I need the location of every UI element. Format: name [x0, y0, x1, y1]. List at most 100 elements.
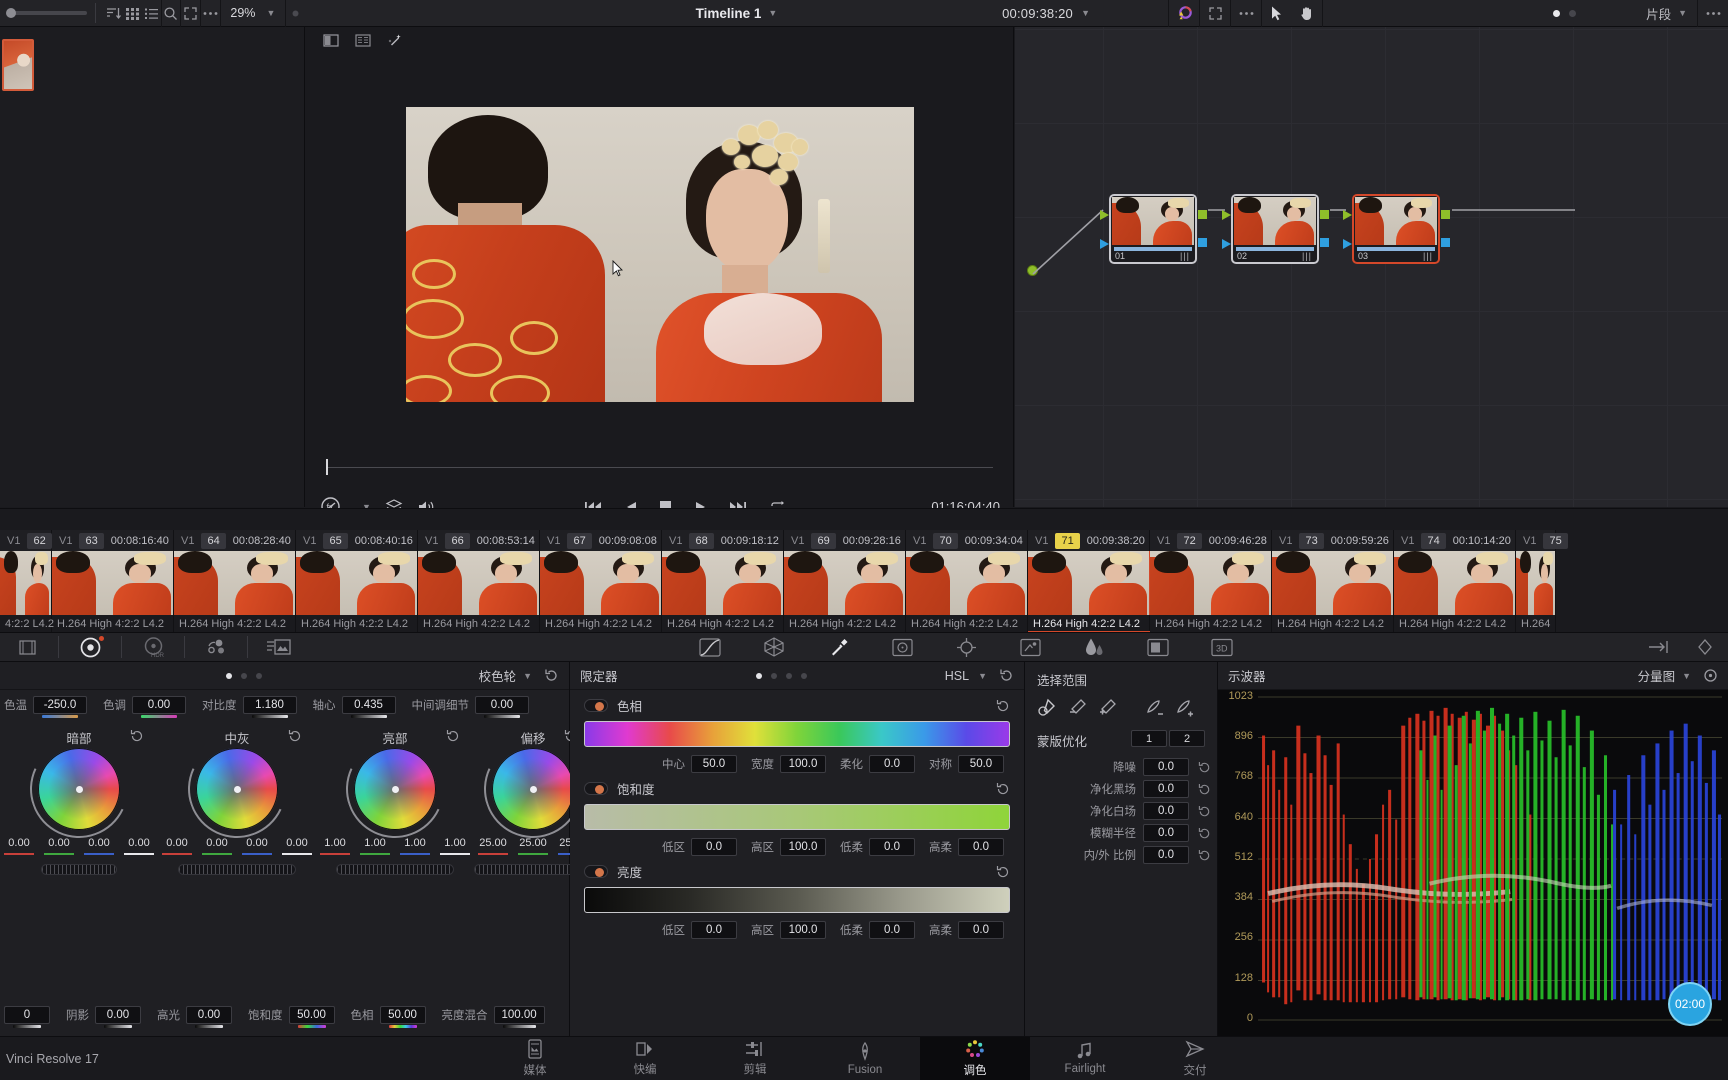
qualifier-page-dots[interactable]: [755, 672, 807, 679]
qualifier-field-value[interactable]: 0.0: [958, 921, 1004, 939]
bottom-param-value[interactable]: 50.00: [288, 1006, 335, 1028]
timecode-chevron-down-icon[interactable]: ▼: [1081, 8, 1090, 18]
wheel-control[interactable]: [470, 726, 596, 852]
mask-refine-row-0[interactable]: 降噪 0.0: [1025, 756, 1217, 778]
qualifier-mode[interactable]: HSL: [945, 669, 971, 683]
mask-row-reset-icon[interactable]: [1198, 761, 1211, 774]
node-01[interactable]: 01 |||: [1109, 194, 1197, 264]
qualifier-icon[interactable]: [815, 632, 861, 662]
split-screen-icon[interactable]: [318, 31, 344, 51]
clip-number[interactable]: 68: [689, 532, 714, 549]
mask-refine-row-4[interactable]: 内/外 比例 0.0: [1025, 844, 1217, 866]
color-wheel-icon[interactable]: [1169, 0, 1199, 27]
wheel-value[interactable]: 25.00: [514, 837, 552, 855]
node-scope-label[interactable]: 片段: [1646, 4, 1671, 23]
qualifier-reset-icon[interactable]: [996, 782, 1010, 796]
node-01-output-key[interactable]: [1198, 238, 1207, 247]
color-param-value[interactable]: 0.435: [341, 696, 396, 718]
wheel-value[interactable]: 1.00: [436, 837, 474, 855]
color-param-3[interactable]: 轴心 0.435: [313, 696, 396, 718]
mask-row-reset-icon[interactable]: [1198, 805, 1211, 818]
timeline-clip-list[interactable]: V1627:344:2:2 L4.2V16300:08:16:40H.264 H…: [0, 530, 1568, 633]
node-03-output-key[interactable]: [1441, 238, 1450, 247]
clip-number[interactable]: 75: [1543, 532, 1568, 549]
color-bottom-param-3[interactable]: 饱和度 50.00: [248, 1006, 335, 1028]
viewer-image-area[interactable]: [306, 55, 1014, 453]
node-03[interactable]: 03 |||: [1352, 194, 1440, 264]
color-param-2[interactable]: 对比度 1.180: [202, 696, 297, 718]
qualifier-field[interactable]: 高柔 0.0: [929, 838, 1004, 856]
qualifier-field-value[interactable]: 50.0: [691, 755, 737, 773]
color-wheels-chevron-down-icon[interactable]: ▼: [523, 671, 532, 681]
clip-number[interactable]: 69: [811, 532, 836, 549]
color-wheels-row[interactable]: 暗部 0.00 0.00 0.00 0.00 中灰 0.00 0.00 0.00 0.00 亮部 1.…: [0, 720, 596, 875]
nav-item-fusion[interactable]: Fusion: [810, 1037, 920, 1080]
color-bottom-param-1[interactable]: 阴影 0.00: [66, 1006, 141, 1028]
scope-mode-chevron-down-icon[interactable]: ▼: [1682, 671, 1691, 681]
mask-row-value[interactable]: 0.0: [1143, 802, 1189, 820]
qualifier-field-value[interactable]: 100.0: [780, 755, 826, 773]
qualifier-field[interactable]: 柔化 0.0: [840, 755, 915, 773]
wheel-value[interactable]: 0.00: [0, 837, 38, 855]
source-node-dot[interactable]: [1027, 265, 1038, 276]
eyedropper-soft-plus-icon[interactable]: [1175, 698, 1194, 717]
node-editor-pane[interactable]: [1015, 27, 1728, 507]
qualifier-field[interactable]: 宽度 100.0: [751, 755, 826, 773]
lut-icon[interactable]: [256, 632, 302, 662]
qualifier-reset-icon[interactable]: [996, 865, 1010, 879]
qualifier-toggle[interactable]: [584, 699, 608, 712]
color-wheel-1[interactable]: 中灰 0.00 0.00 0.00 0.00: [158, 726, 316, 875]
wheel-value[interactable]: 25.00: [474, 837, 512, 855]
qualifier-reset-icon[interactable]: [996, 699, 1010, 713]
node-02-output-key[interactable]: [1320, 238, 1329, 247]
qualifier-field[interactable]: 低柔 0.0: [840, 921, 915, 939]
color-param-value[interactable]: 0.00: [475, 696, 529, 718]
bottom-param-value[interactable]: 50.00: [379, 1006, 426, 1028]
color-wheels-param-row[interactable]: 色温 -250.0 色调 0.00 对比度 1.180 轴心 0.435 中间调细节 0.00: [0, 690, 569, 720]
node-03-input-rgb[interactable]: [1343, 210, 1352, 220]
playhead[interactable]: [326, 459, 328, 475]
qualifier-toggle[interactable]: [584, 865, 608, 878]
qualifier-field-value[interactable]: 0.0: [691, 921, 737, 939]
wheel-value[interactable]: 1.00: [316, 837, 354, 855]
fullscreen-icon[interactable]: [181, 0, 200, 27]
wheel-value[interactable]: 0.00: [80, 837, 118, 855]
nav-item-color[interactable]: 调色: [920, 1036, 1030, 1080]
color-bottom-param-5[interactable]: 亮度混合 100.00: [442, 1006, 545, 1028]
mask-button-2[interactable]: 2: [1169, 730, 1205, 747]
hand-tool-icon[interactable]: [1292, 0, 1322, 27]
image-wipe-icon[interactable]: [350, 31, 376, 51]
nav-item-deliver[interactable]: 交付: [1140, 1037, 1250, 1080]
qualifier-field[interactable]: 低柔 0.0: [840, 838, 915, 856]
qualifier-field-value[interactable]: 100.0: [780, 838, 826, 856]
color-param-4[interactable]: 中间调细节 0.00: [412, 696, 529, 718]
clip-number[interactable]: 70: [933, 532, 958, 549]
color-bottom-param-2[interactable]: 高光 0.00: [157, 1006, 232, 1028]
timeline-clip[interactable]: V1 71 00:09:38:20 H.264 High 4:2:2 L4.2: [1028, 530, 1150, 633]
media-pool-thumbnail[interactable]: [2, 39, 34, 91]
node-02-output-rgb[interactable]: [1320, 210, 1329, 219]
timeline-clip[interactable]: V1627:344:2:2 L4.2: [0, 530, 80, 633]
mask-button-1[interactable]: 1: [1131, 730, 1167, 747]
scope-display[interactable]: 1023 896 768 640 512 384 256 128 0 02:00: [1218, 690, 1728, 1036]
wheel-reset-icon[interactable]: [288, 729, 302, 743]
clip-number[interactable]: 64: [201, 532, 226, 549]
timeline-clip[interactable]: V1 69 00:09:28:16 H.264 High 4:2:2 L4.2: [784, 530, 906, 633]
bottom-param-value[interactable]: 100.00: [493, 1006, 545, 1028]
timeline-clip[interactable]: V1 64 00:08:28:40 H.264 High 4:2:2 L4.2: [174, 530, 296, 633]
mask-refine-row-1[interactable]: 净化黑场 0.0: [1025, 778, 1217, 800]
timeline-clip[interactable]: V1 73 00:09:59:26 H.264 High 4:2:2 L4.2: [1272, 530, 1394, 633]
wheel-control[interactable]: [16, 726, 142, 852]
clip-number[interactable]: 67: [567, 532, 592, 549]
wheel-control[interactable]: [332, 726, 458, 852]
color-wheels-page-dots[interactable]: [226, 672, 263, 679]
node-03-output-rgb[interactable]: [1441, 210, 1450, 219]
color-wheel-0[interactable]: 暗部 0.00 0.00 0.00 0.00: [0, 726, 158, 875]
wheel-value[interactable]: 1.00: [396, 837, 434, 855]
node-02-input-key[interactable]: [1222, 239, 1231, 249]
wheel-value[interactable]: 0.00: [198, 837, 236, 855]
qualifier-gradient-hue[interactable]: [584, 721, 1010, 747]
qualifier-field-value[interactable]: 0.0: [869, 838, 915, 856]
timeline-clip[interactable]: V1 63 00:08:16:40 H.264 High 4:2:2 L4.2: [52, 530, 174, 633]
qualifier-field-value[interactable]: 100.0: [780, 921, 826, 939]
